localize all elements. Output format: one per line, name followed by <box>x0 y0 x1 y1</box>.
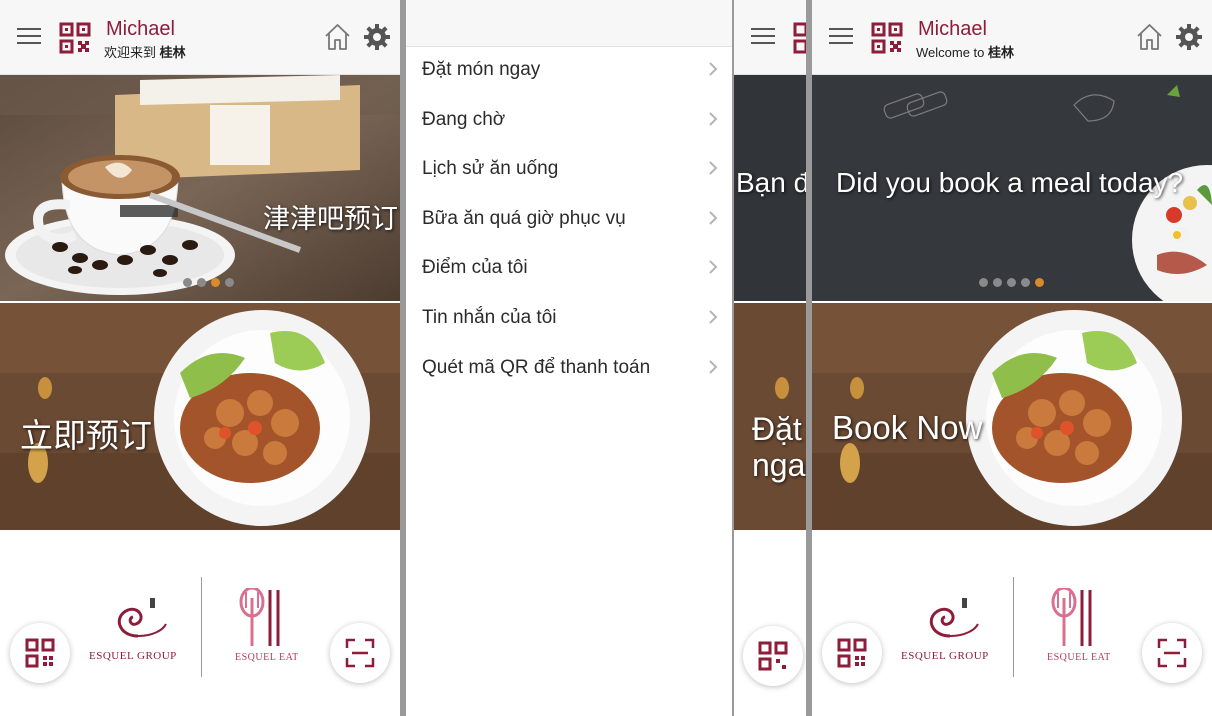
app-header <box>734 0 806 75</box>
chevron-right-icon <box>709 310 718 324</box>
menu-item[interactable]: Quét mã QR để thanh toán <box>406 345 732 391</box>
qr-code-icon[interactable] <box>59 22 91 54</box>
banner-title-line-1: Đặt <box>752 411 802 447</box>
qr-code-button[interactable] <box>822 623 882 683</box>
scan-icon <box>1157 638 1187 668</box>
carousel-dot[interactable] <box>211 278 220 287</box>
menu-item-label: Tin nhắn của tôi <box>422 307 557 328</box>
hamburger-icon[interactable] <box>751 28 775 46</box>
banner-title: Did you book a meal today? <box>836 167 1184 198</box>
home-icon[interactable] <box>324 23 351 51</box>
screenshot-collage: Michael 欢迎来到 桂林 津津吧预订 立即预订 ESQUEL GROUP … <box>0 0 1212 716</box>
banner-book-now[interactable]: Đặt nga <box>734 303 806 530</box>
home-screen-english: Michael Welcome to 桂林 Did you book a mea… <box>812 0 1212 716</box>
welcome-prefix: Welcome to <box>916 45 985 60</box>
banner-title-line-2: nga <box>752 447 806 483</box>
welcome-prefix: 欢迎来到 <box>104 45 157 60</box>
banner-meal-reminder[interactable]: Did you book a meal today? <box>812 75 1212 301</box>
qr-code-button[interactable] <box>743 626 803 686</box>
app-header: Michael 欢迎来到 桂林 <box>0 0 400 75</box>
esquel-group-text: ESQUEL GROUP <box>901 650 989 662</box>
qr-code-button[interactable] <box>10 623 70 683</box>
carousel-dots <box>183 278 234 287</box>
menu-item-label: Đang chờ <box>422 108 506 130</box>
side-menu: Đặt món ngay Đang chờ Lịch sử ăn uống Bữa ă… <box>406 0 732 716</box>
welcome-text: Welcome to 桂林 <box>916 42 1014 61</box>
divider <box>201 577 202 677</box>
esquel-eat-text: ESQUEL EAT <box>1047 652 1111 663</box>
user-name: Michael <box>106 18 175 40</box>
banner-book-now[interactable]: Book Now <box>812 303 1212 530</box>
carousel-dot[interactable] <box>979 278 988 287</box>
user-name: Michael <box>918 18 987 40</box>
menu-item[interactable]: Bữa ăn quá giờ phục vụ <box>406 196 732 242</box>
carousel-dot[interactable] <box>183 278 192 287</box>
gear-icon[interactable] <box>363 23 391 51</box>
banner-title: Book Now <box>832 409 983 446</box>
qr-code-icon[interactable] <box>793 22 806 54</box>
chevron-right-icon <box>709 359 718 374</box>
esquel-eat-logo <box>1051 588 1092 646</box>
divider <box>1013 577 1014 677</box>
home-screen-chinese: Michael 欢迎来到 桂林 津津吧预订 立即预订 ESQUEL GROUP … <box>0 0 400 716</box>
qr-code-icon <box>837 638 867 668</box>
hamburger-icon[interactable] <box>17 28 41 46</box>
carousel-dot[interactable] <box>1035 278 1044 287</box>
banner-title: 立即预订 <box>20 417 152 454</box>
menu-item[interactable]: Điểm của tôi <box>406 245 732 291</box>
chevron-right-icon <box>709 211 718 225</box>
welcome-place: 桂林 <box>988 45 1015 60</box>
menu-item[interactable]: Đặt món ngay <box>406 47 732 93</box>
chevron-right-icon <box>709 111 718 126</box>
banner-title: 津津吧预订 <box>263 204 398 234</box>
esquel-group-logo <box>117 598 167 638</box>
carousel-dot[interactable] <box>197 278 206 287</box>
banner-book-now[interactable]: 立即预订 <box>0 303 400 530</box>
esquel-group-text: ESQUEL GROUP <box>89 650 177 662</box>
carousel-dots <box>979 278 1044 287</box>
welcome-place: 桂林 <box>159 45 186 60</box>
menu-item[interactable]: Đang chờ <box>406 97 732 143</box>
menu-item-label: Quét mã QR để thanh toán <box>422 356 651 378</box>
menu-item-label: Bữa ăn quá giờ phục vụ <box>422 207 626 229</box>
home-screen-vietnamese-partial: Bạn đ Đặt nga <box>734 0 806 716</box>
carousel-dot[interactable] <box>225 278 234 287</box>
carousel-dot[interactable] <box>1021 278 1030 287</box>
menu-item[interactable]: Lịch sử ăn uống <box>406 146 732 192</box>
chevron-right-icon <box>709 62 718 76</box>
scan-button[interactable] <box>330 623 390 683</box>
esquel-group-logo <box>929 598 979 638</box>
hamburger-icon[interactable] <box>829 28 853 46</box>
qr-code-icon[interactable] <box>871 22 903 54</box>
gear-icon[interactable] <box>1175 23 1203 51</box>
menu-item[interactable]: Tin nhắn của tôi <box>406 295 732 341</box>
esquel-eat-logo <box>239 588 280 646</box>
app-header: Michael Welcome to 桂林 <box>812 0 1212 75</box>
carousel-dot[interactable] <box>993 278 1002 287</box>
chevron-right-icon <box>709 260 718 275</box>
menu-header <box>406 0 732 47</box>
menu-item-label: Đặt món ngay <box>422 59 541 80</box>
qr-code-icon <box>758 641 788 671</box>
menu-item-label: Điểm của tôi <box>422 257 528 279</box>
banner-slate[interactable]: Bạn đ <box>734 75 806 301</box>
home-icon[interactable] <box>1136 23 1163 51</box>
menu-item-label: Lịch sử ăn uống <box>422 158 559 180</box>
banner-coffee[interactable]: 津津吧预订 <box>0 75 400 301</box>
banner-title: Bạn đ <box>736 167 806 198</box>
qr-code-icon <box>25 638 55 668</box>
scan-button[interactable] <box>1142 623 1202 683</box>
footer: ESQUEL GROUP ESQUEL EAT <box>0 530 400 716</box>
welcome-text: 欢迎来到 桂林 <box>104 42 186 61</box>
footer <box>734 530 806 716</box>
coffee-photo <box>0 75 400 301</box>
carousel-dot[interactable] <box>1007 278 1016 287</box>
chevron-right-icon <box>709 161 718 175</box>
esquel-eat-text: ESQUEL EAT <box>235 652 299 663</box>
footer: ESQUEL GROUP ESQUEL EAT <box>812 530 1212 716</box>
scan-icon <box>345 638 375 668</box>
